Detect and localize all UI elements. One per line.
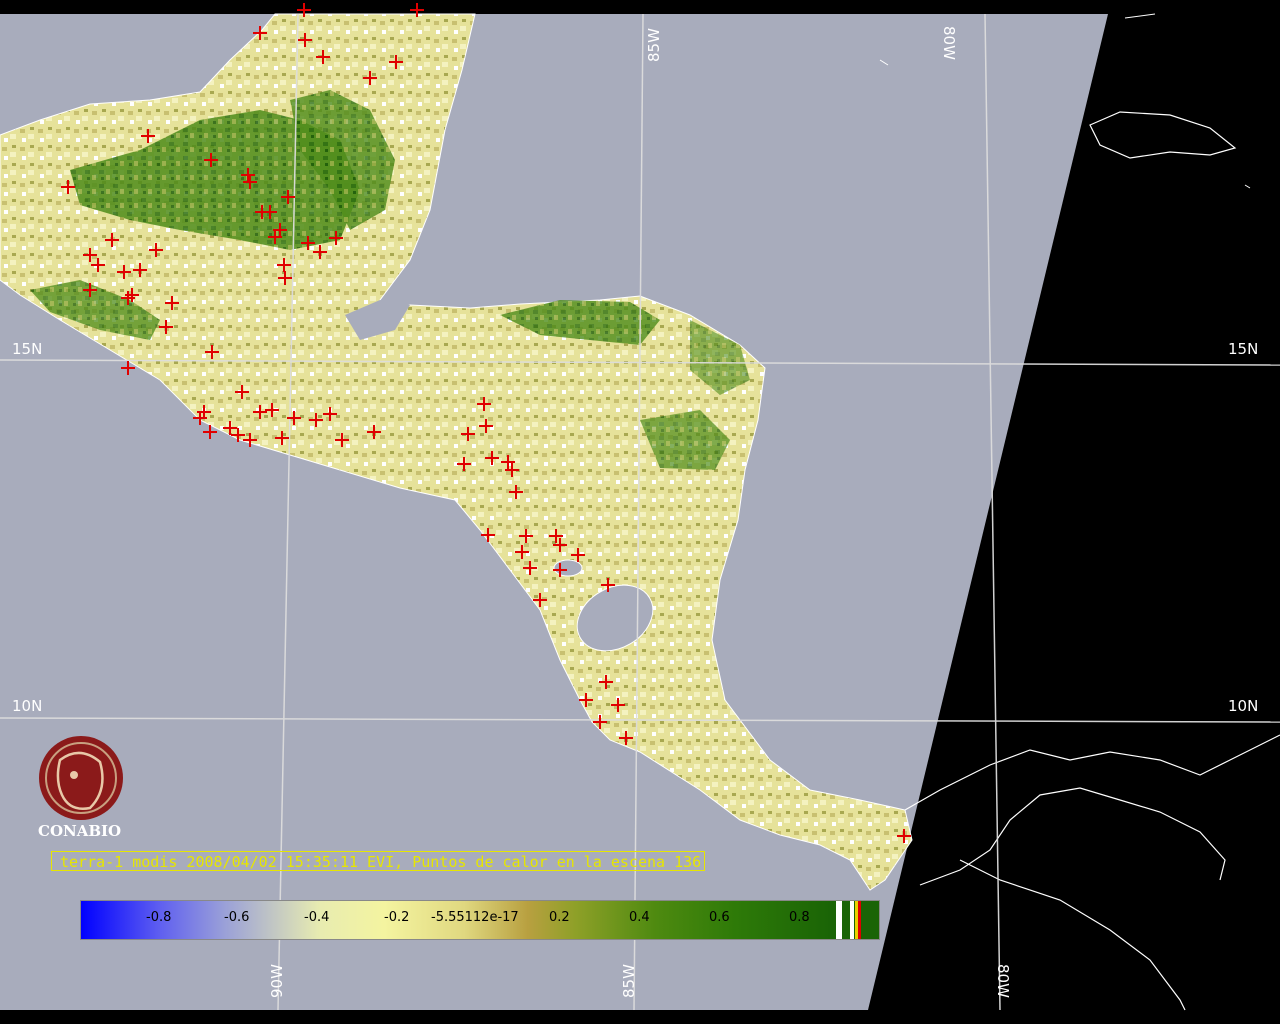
lon-label-80w-bottom: 80W (994, 964, 1012, 998)
lon-label-90w-bottom: 90W (268, 964, 286, 998)
colorbar-tick: 0.8 (789, 910, 810, 925)
lat-label-10n-right: 10N (1228, 697, 1259, 715)
lat-label-15n-right: 15N (1228, 340, 1259, 358)
colorbar-tick: 0.2 (549, 910, 570, 925)
lon-label-80w-top: 80W (940, 26, 958, 60)
lon-label-85w-bottom: 85W (620, 964, 638, 998)
colorbar-tick: -5.55112e-17 (431, 910, 519, 925)
colorbar-tick: 0.4 (629, 910, 650, 925)
conabio-logo-text: CONABIO (38, 822, 122, 840)
scene-caption: terra-1 modis 2008/04/02 15:35:11 EVI, P… (51, 851, 705, 871)
lat-label-15n-left: 15N (12, 340, 43, 358)
colorbar-tick: -0.2 (384, 910, 410, 925)
lon-label-85w-top: 85W (645, 28, 663, 62)
lake-managua (553, 559, 583, 577)
colorbar-tick: -0.4 (304, 910, 330, 925)
conabio-logo-icon (39, 736, 123, 820)
colorbar-red-band (858, 901, 861, 939)
colorbar-tick: 0.6 (709, 910, 730, 925)
colorbar-tick: -0.6 (224, 910, 250, 925)
lat-label-10n-left: 10N (12, 697, 43, 715)
colorbar-tick: -0.8 (146, 910, 172, 925)
colorbar-white-band (850, 901, 854, 939)
colorbar-white-band (836, 901, 842, 939)
